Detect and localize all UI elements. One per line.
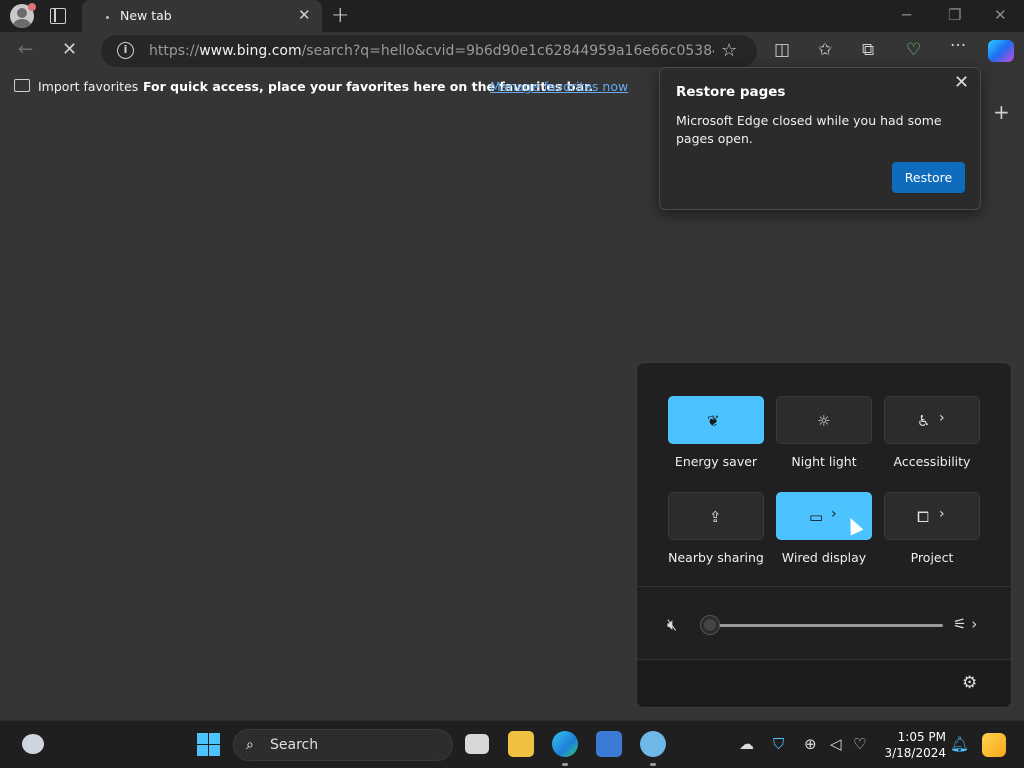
navigation-bar: ← ✕ i https://www.bing.com/search?q=hell… [0,32,1024,70]
chevron-right-icon[interactable]: › [831,506,837,522]
split-screen-icon[interactable]: ◫ [774,40,790,60]
app-running-indicator [650,763,656,766]
stop-loading-icon[interactable]: ✕ [62,39,77,60]
paint-icon[interactable] [640,731,666,757]
store-icon[interactable] [596,731,622,757]
taskbar-search[interactable]: ⌕ Search [233,729,453,761]
search-icon: ⌕ [246,737,254,753]
taskbar: ⌕ Search ☁ ⛉ ⊕ ◁ ♡ 1:05 PM 3/18/2024 🔔︎ [0,720,1024,768]
project-icon: ⧠ [917,508,930,526]
close-window-icon[interactable]: ✕ [994,6,1007,24]
clock-time: 1:05 PM [897,730,946,744]
new-tab-plus-icon[interactable]: + [331,3,349,28]
restore-button[interactable]: Restore [892,162,965,193]
quick-settings-footer: ⚙ [637,659,1011,707]
back-arrow-icon[interactable]: ← [18,39,33,60]
task-view-icon[interactable] [465,734,489,754]
import-favorites-icon[interactable] [14,79,30,92]
tile-label: Energy saver [674,454,758,469]
tab-new-tab[interactable]: New tab ✕ [82,0,322,32]
energy-saver-tile[interactable]: ❦ [668,396,764,444]
battery-icon[interactable]: ♡ [853,735,866,753]
network-globe-icon[interactable]: ⊕ [804,735,817,753]
clock-date: 3/18/2024 [884,746,946,760]
url-text[interactable]: https://www.bing.com/search?q=hello&cvid… [149,43,714,59]
profile-notification-dot [28,3,36,11]
tab-close-icon[interactable]: ✕ [298,6,311,24]
favorites-icon[interactable]: ✩ [818,40,832,60]
title-bar: New tab ✕ + ─ ❐ ✕ [0,0,1024,32]
tile-label: Project [910,550,954,565]
clock[interactable]: 1:05 PM 3/18/2024 [880,729,946,761]
app-running-indicator [562,763,568,766]
wired-display-tile[interactable]: ▭ › [776,492,872,540]
gear-icon[interactable]: ⚙ [962,673,977,693]
import-favorites-button[interactable]: Import favorites [38,79,138,94]
project-tile[interactable]: ⧠ › [884,492,980,540]
night-light-tile[interactable]: ☼ [776,396,872,444]
site-info-icon[interactable]: i [117,42,134,59]
notification-bell-icon[interactable]: 🔔︎ [950,735,969,753]
chevron-right-icon[interactable]: › [939,506,945,522]
manage-favorites-link[interactable]: Manage favorites now [490,79,628,94]
minimize-icon[interactable]: ─ [902,6,911,24]
tile-label: Accessibility [893,454,971,469]
restore-title: Restore pages [676,84,786,100]
security-shield-icon[interactable]: ⛉ [773,735,784,753]
search-placeholder: Search [270,737,319,753]
file-explorer-icon[interactable] [508,731,534,757]
tile-label: Night light [791,454,857,469]
tab-title: New tab [120,8,172,23]
volume-muted-icon[interactable]: ◁ [830,735,842,753]
settings-more-icon[interactable]: ··· [950,36,966,56]
share-icon: ⇪ [709,508,722,526]
volume-slider-track[interactable] [709,624,943,627]
add-favorite-star-icon[interactable]: ☆ [721,40,737,61]
restore-window-icon[interactable]: ❐ [948,6,961,24]
nearby-sharing-tile[interactable]: ⇪ [668,492,764,540]
volume-slider-thumb[interactable] [701,616,719,634]
address-bar[interactable]: i https://www.bing.com/search?q=hello&cv… [101,35,757,67]
sidebar-add-icon[interactable]: + [993,100,1010,124]
loading-dot-icon [106,16,109,19]
collections-icon[interactable]: ⧉ [862,40,874,60]
edge-icon[interactable] [552,731,578,757]
accessibility-tile[interactable]: ♿ › [884,396,980,444]
sound-output-icon[interactable]: ⚟ › [953,615,977,633]
quick-settings-panel: ❦ ☼ ♿ › Energy saver Night light Accessi… [636,362,1012,708]
copilot-taskbar-icon[interactable] [982,733,1006,757]
accessibility-icon: ♿ [917,412,931,430]
divider [637,586,1011,587]
chevron-right-icon[interactable]: › [939,410,945,426]
tile-label: Nearby sharing [668,550,764,565]
browser-essentials-icon[interactable]: ♡ [906,40,921,60]
start-button[interactable] [197,733,220,756]
tab-actions-icon[interactable] [50,8,66,24]
weather-icon[interactable] [22,734,44,754]
leaf-icon: ❦ [707,412,720,430]
restore-pages-popup: Restore pages ✕ Microsoft Edge closed wh… [659,67,981,210]
copilot-icon[interactable] [988,40,1014,62]
restore-message: Microsoft Edge closed while you had some… [676,113,942,146]
brightness-icon: ☼ [817,412,831,430]
close-icon[interactable]: ✕ [954,72,969,93]
cast-icon: ▭ [809,508,824,526]
onedrive-icon[interactable]: ☁ [739,735,754,753]
speaker-muted-icon[interactable]: 🔇︎ [667,615,677,635]
tile-label: Wired display [781,550,867,565]
